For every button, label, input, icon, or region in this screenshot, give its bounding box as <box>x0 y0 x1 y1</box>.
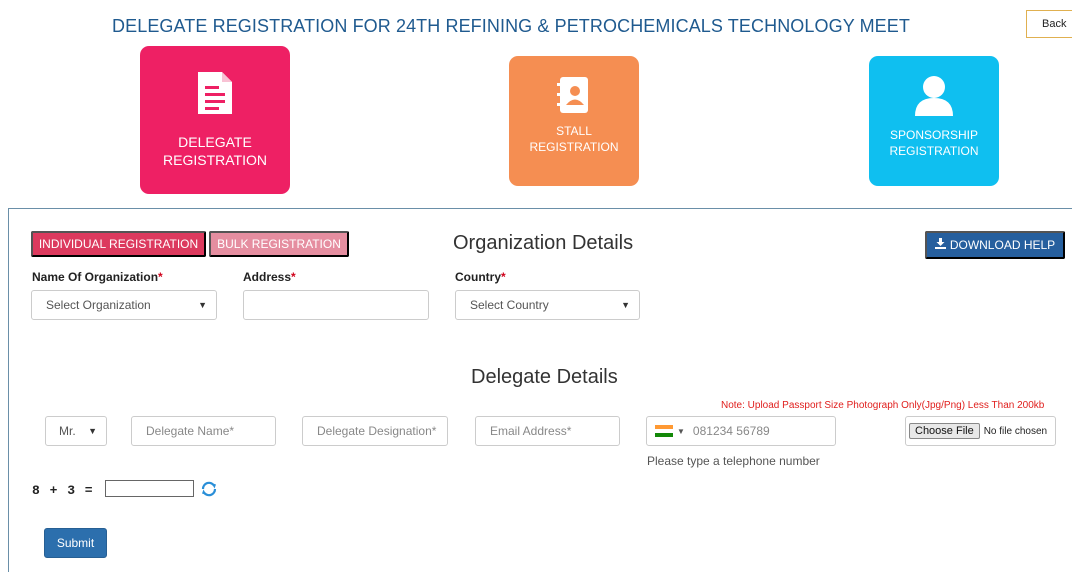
download-help-button[interactable]: DOWNLOAD HELP <box>925 231 1065 259</box>
refresh-icon[interactable] <box>200 480 218 498</box>
email-placeholder: Email Address* <box>490 424 572 438</box>
delegate-registration-tile[interactable]: DELEGATE REGISTRATION <box>140 46 290 194</box>
sponsorship-registration-tile[interactable]: SPONSORSHIP REGISTRATION <box>869 56 999 186</box>
india-flag-icon[interactable] <box>655 425 673 437</box>
tile-label-line1: STALL <box>556 124 592 138</box>
user-icon <box>913 74 955 121</box>
choose-file-button[interactable]: Choose File <box>909 423 980 439</box>
contact-book-icon <box>557 76 591 117</box>
tile-label-line1: DELEGATE <box>178 134 252 150</box>
photo-file-input[interactable]: Choose File No file chosen <box>905 416 1056 446</box>
tab-individual-registration[interactable]: INDIVIDUAL REGISTRATION <box>31 231 206 257</box>
document-icon <box>196 70 234 119</box>
download-icon <box>934 238 946 252</box>
delegate-name-input[interactable]: Delegate Name* <box>131 416 276 446</box>
stall-registration-tile[interactable]: STALL REGISTRATION <box>509 56 639 186</box>
registration-form-panel <box>8 208 1072 572</box>
organization-details-title: Organization Details <box>453 232 634 254</box>
tile-label-line2: REGISTRATION <box>529 140 619 154</box>
caret-down-icon: ▼ <box>621 300 630 310</box>
address-input[interactable] <box>243 290 429 320</box>
organization-select[interactable]: Select Organization ▼ <box>31 290 217 320</box>
country-select-value: Select Country <box>470 298 549 312</box>
phone-placeholder: 081234 56789 <box>692 424 770 438</box>
delegate-details-title: Delegate Details <box>471 366 618 388</box>
address-label: Address* <box>243 270 296 284</box>
delegate-designation-placeholder: Delegate Designation* <box>317 424 437 438</box>
captcha-question: 8 + 3 = <box>32 483 94 498</box>
captcha-input[interactable] <box>105 480 194 497</box>
caret-down-icon: ▼ <box>88 426 97 436</box>
tile-label-line2: REGISTRATION <box>889 144 979 158</box>
country-select[interactable]: Select Country ▼ <box>455 290 640 320</box>
caret-down-icon: ▼ <box>198 300 207 310</box>
photo-upload-note: Note: Upload Passport Size Photograph On… <box>721 400 1045 411</box>
download-help-label: DOWNLOAD HELP <box>949 238 1056 252</box>
delegate-designation-input[interactable]: Delegate Designation* <box>302 416 448 446</box>
phone-hint: Please type a telephone number <box>647 454 820 468</box>
tile-label-line1: SPONSORSHIP <box>889 128 979 142</box>
salutation-value: Mr. <box>59 424 76 438</box>
back-button[interactable]: Back <box>1026 10 1072 38</box>
submit-button[interactable]: Submit <box>44 528 107 558</box>
email-input[interactable]: Email Address* <box>475 416 620 446</box>
tab-bulk-registration[interactable]: BULK REGISTRATION <box>209 231 349 257</box>
tile-label-line2: REGISTRATION <box>163 152 267 168</box>
country-label: Country* <box>455 270 506 284</box>
country-code-caret-icon[interactable]: ▼ <box>677 427 685 436</box>
file-status: No file chosen <box>983 425 1048 437</box>
salutation-select[interactable]: Mr. ▼ <box>45 416 107 446</box>
delegate-name-placeholder: Delegate Name* <box>146 424 235 438</box>
page-title: DELEGATE REGISTRATION FOR 24TH REFINING … <box>112 16 910 36</box>
organization-name-label: Name Of Organization* <box>32 270 163 284</box>
organization-select-value: Select Organization <box>46 298 151 312</box>
phone-input[interactable]: ▼ 081234 56789 <box>646 416 836 446</box>
